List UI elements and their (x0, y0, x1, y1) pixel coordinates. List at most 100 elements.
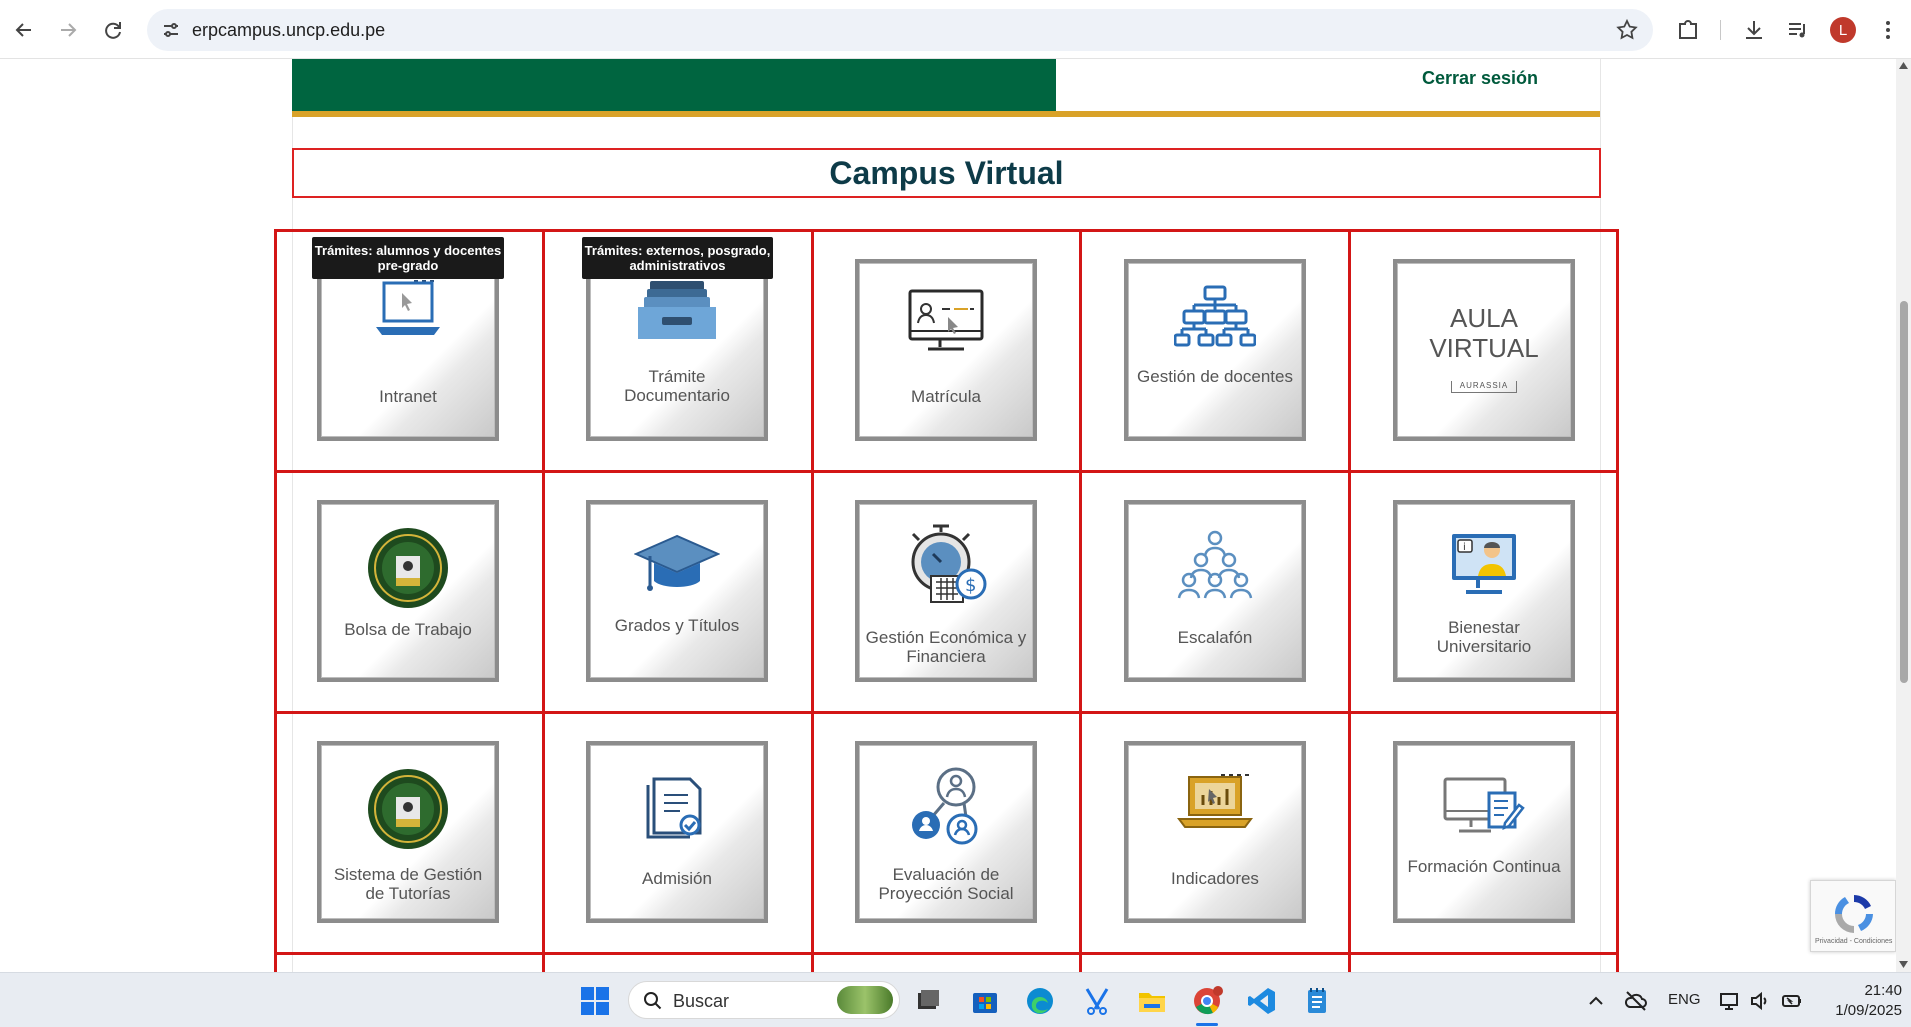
aula-virtual-logo: AULA VIRTUAL (1429, 303, 1539, 363)
site-settings-icon[interactable] (161, 20, 181, 40)
task-view-icon[interactable] (912, 985, 944, 1017)
card-label: Gestión Económica y Financiera (865, 628, 1027, 666)
card-aula-virtual[interactable]: AULA VIRTUAL AURASSIA (1393, 259, 1575, 441)
laptop-cursor-icon (376, 280, 440, 335)
taskbar-search-placeholder: Buscar (673, 991, 730, 1011)
more-menu-icon[interactable] (1876, 18, 1900, 42)
card-evaluacion-proyeccion[interactable]: Evaluación de Proyección Social (855, 741, 1037, 923)
card-label: Matrícula (911, 387, 981, 406)
reload-icon (105, 22, 121, 39)
grid-line (274, 229, 277, 972)
url-text[interactable]: erpcampus.uncp.edu.pe (192, 20, 385, 41)
card-label: Evaluación de Proyección Social (878, 865, 1014, 903)
bookmark-star-icon[interactable] (1615, 18, 1639, 42)
laptop-chart-icon (1177, 774, 1253, 828)
recaptcha-badge[interactable]: Privacidad - Condiciones (1810, 880, 1896, 952)
scroll-down-icon[interactable] (1899, 961, 1908, 968)
header-banner (292, 59, 1056, 111)
svg-text:$: $ (965, 575, 976, 596)
notepad-icon[interactable] (1301, 985, 1333, 1017)
search-highlight-image (837, 986, 893, 1014)
card-label: Formación Continua (1407, 857, 1561, 876)
grid-line (1079, 229, 1082, 972)
grid-line (1348, 229, 1351, 972)
card-sistema-tutorias[interactable]: Sistema de Gestión de Tutorías (317, 741, 499, 923)
reload-button[interactable] (97, 14, 129, 46)
card-grados-titulos[interactable]: Grados y Títulos (586, 500, 768, 682)
clock-date: 1/09/2025 (1835, 1002, 1902, 1019)
svg-text:i: i (1463, 542, 1466, 553)
snipping-tool-icon[interactable] (1081, 985, 1113, 1017)
tooltip-tramite: Trámites: externos, posgrado, administra… (582, 237, 773, 279)
card-gestion-economica[interactable]: $ Gestión Económica y Financiera (855, 500, 1037, 682)
windows-start-icon[interactable] (579, 985, 611, 1017)
card-label: Escalafón (1177, 628, 1253, 647)
media-control-icon[interactable] (1784, 16, 1812, 44)
chevron-up-icon[interactable] (1586, 991, 1606, 1011)
monitor-document-icon (1443, 777, 1525, 833)
aula-virtual-sublogo: AURASSIA (1451, 381, 1517, 393)
card-formacion-continua[interactable]: Formación Continua (1393, 741, 1575, 923)
scroll-up-icon[interactable] (1899, 62, 1908, 69)
back-button[interactable] (8, 14, 40, 46)
page-title-box: Campus Virtual (292, 148, 1601, 198)
profile-initial: L (1838, 21, 1848, 39)
card-indicadores[interactable]: Indicadores (1124, 741, 1306, 923)
people-group-icon (1177, 530, 1253, 599)
tooltip-intranet: Trámites: alumnos y docentes pre-grado (312, 237, 504, 279)
recaptcha-footer[interactable]: Privacidad - Condiciones (1815, 938, 1892, 945)
grid-line (274, 229, 1619, 232)
card-bienestar-universitario[interactable]: i Bienestar Universitario (1393, 500, 1575, 682)
file-drawer-icon (638, 281, 716, 339)
logout-link[interactable]: Cerrar sesión (1380, 68, 1580, 89)
grid-line (811, 229, 814, 972)
browser-toolbar: erpcampus.uncp.edu.pe L (0, 0, 1911, 59)
recaptcha-icon (1834, 895, 1873, 933)
chrome-browser-icon[interactable] (1191, 985, 1223, 1017)
active-app-indicator (1196, 1023, 1218, 1026)
arrow-right-icon (61, 23, 77, 37)
network-icon[interactable] (1718, 989, 1742, 1013)
language-indicator[interactable]: ENG (1668, 991, 1701, 1008)
grid-line (274, 470, 1619, 473)
card-gestion-docentes[interactable]: Gestión de docentes (1124, 259, 1306, 441)
vscode-icon[interactable] (1246, 985, 1278, 1017)
cloud-off-icon[interactable] (1624, 989, 1648, 1013)
grid-line (542, 229, 545, 972)
edge-browser-icon[interactable] (1024, 985, 1056, 1017)
forward-button[interactable] (52, 14, 84, 46)
taskbar-clock[interactable]: 21:40 1/09/2025 (1812, 981, 1902, 1021)
card-intranet[interactable]: Intranet (317, 259, 499, 441)
header-divider (292, 111, 1600, 117)
card-label: Gestión de docentes (1137, 367, 1293, 386)
volume-icon[interactable] (1748, 989, 1772, 1013)
card-label: Intranet (379, 387, 437, 406)
card-escalafon[interactable]: Escalafón (1124, 500, 1306, 682)
download-icon[interactable] (1740, 16, 1768, 44)
card-tramite-documentario[interactable]: Trámite Documentario (586, 259, 768, 441)
card-label: Admisión (642, 869, 712, 888)
arrow-left-icon (15, 23, 31, 37)
grid-line (274, 952, 1619, 955)
taskbar-search[interactable]: Buscar (628, 981, 900, 1019)
monitor-user-icon (908, 289, 984, 351)
card-admision[interactable]: Admisión (586, 741, 768, 923)
extensions-icon[interactable] (1674, 16, 1702, 44)
card-matricula[interactable]: Matrícula (855, 259, 1037, 441)
card-label: Trámite Documentario (624, 367, 730, 405)
page-scrollbar[interactable] (1896, 59, 1911, 972)
card-label: Sistema de Gestión de Tutorías (333, 865, 483, 903)
microsoft-store-icon[interactable] (969, 985, 1001, 1017)
card-label: Bienestar Universitario (1436, 618, 1532, 656)
address-bar[interactable]: erpcampus.uncp.edu.pe (147, 9, 1653, 51)
file-explorer-icon[interactable] (1136, 985, 1168, 1017)
clock-time: 21:40 (1864, 982, 1902, 999)
graduation-cap-icon (634, 534, 720, 591)
card-bolsa-trabajo[interactable]: Bolsa de Trabajo (317, 500, 499, 682)
profile-avatar[interactable]: L (1830, 17, 1856, 43)
battery-icon[interactable] (1780, 989, 1804, 1013)
card-label: Indicadores (1171, 869, 1259, 888)
grid-line (1616, 229, 1619, 972)
toolbar-divider (1720, 20, 1721, 40)
scroll-thumb[interactable] (1900, 301, 1908, 683)
